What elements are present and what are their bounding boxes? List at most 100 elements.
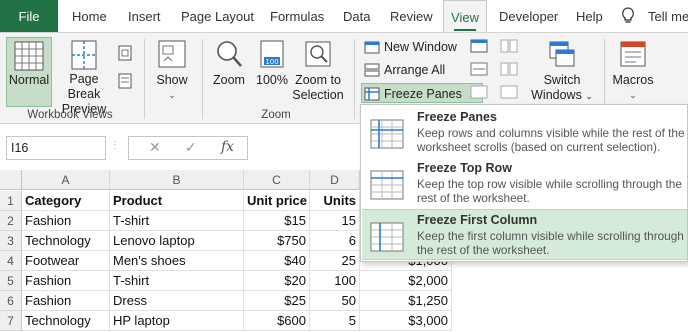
cell-d4[interactable]: 25 [310, 251, 360, 271]
cell-c1[interactable]: Unit price [244, 191, 310, 211]
custom-views-icon[interactable] [118, 73, 132, 89]
freeze-top-row-description: Keep the top row visible while scrolling… [417, 177, 682, 205]
zoom-to-selection-label-2: Selection [292, 88, 344, 102]
column-header-d[interactable]: D [310, 170, 360, 190]
row-header[interactable]: 7 [0, 311, 22, 331]
row-header[interactable]: 1 [0, 191, 22, 211]
name-box[interactable]: I16 [6, 136, 106, 160]
cell-e7[interactable]: $3,000 [360, 311, 452, 331]
page-layout-view-icon[interactable] [118, 45, 132, 61]
cell-d6[interactable]: 50 [310, 291, 360, 311]
page-break-preview-button[interactable]: Page Break Preview [56, 40, 112, 117]
tab-developer[interactable]: Developer [499, 0, 558, 32]
cell-c4[interactable]: $40 [244, 251, 310, 271]
row-header[interactable]: 6 [0, 291, 22, 311]
zoom-100-label: 100% [256, 73, 288, 87]
cell-a2[interactable]: Fashion [22, 211, 110, 231]
freeze-panes-menu: Freeze Panes Keep rows and columns visib… [360, 104, 688, 262]
tab-insert[interactable]: Insert [128, 0, 161, 32]
freeze-panes-description: Keep rows and columns visible while the … [417, 126, 685, 154]
row-header[interactable]: 5 [0, 271, 22, 291]
formula-input-area[interactable]: ✕ ✓ fx [128, 136, 248, 160]
synchronous-scrolling-icon[interactable] [500, 62, 518, 76]
menu-item-freeze-top-row[interactable]: Freeze Top Row Keep the top row visible … [362, 158, 687, 209]
cell-d2[interactable]: 15 [310, 211, 360, 231]
cell-c6[interactable]: $25 [244, 291, 310, 311]
cell-a5[interactable]: Fashion [22, 271, 110, 291]
menu-item-freeze-first-column[interactable]: Freeze First Column Keep the first colum… [362, 209, 687, 260]
tab-help[interactable]: Help [576, 0, 603, 32]
row-header[interactable]: 2 [0, 211, 22, 231]
switch-windows-button[interactable]: Switch Windows ⌄ [530, 39, 594, 104]
show-label: Show [156, 73, 188, 87]
switch-windows-icon [549, 41, 575, 67]
tab-review[interactable]: Review [390, 0, 433, 32]
tab-page-layout[interactable]: Page Layout [181, 0, 254, 32]
cell-c5[interactable]: $20 [244, 271, 310, 291]
zoom-to-selection-icon [305, 41, 331, 67]
freeze-first-column-icon [370, 222, 404, 252]
cell-c2[interactable]: $15 [244, 211, 310, 231]
cell-a1[interactable]: Category [22, 191, 110, 211]
tab-home[interactable]: Home [72, 0, 107, 32]
tell-me-search[interactable]: Tell me [648, 0, 688, 32]
column-header-c[interactable]: C [244, 170, 310, 190]
enter-icon[interactable]: ✓ [185, 139, 197, 156]
workbook-views-group-label: Workbook Views [27, 109, 113, 121]
zoom-100-button[interactable]: 100 100% [254, 39, 290, 88]
hide-window-icon[interactable] [470, 62, 488, 76]
cell-d1[interactable]: Units [310, 191, 360, 211]
arrange-all-button[interactable]: Arrange All [362, 60, 445, 80]
cell-b1[interactable]: Product [110, 191, 244, 211]
cell-b2[interactable]: T-shirt [110, 211, 244, 231]
zoom-to-selection-button[interactable]: Zoom to Selection [292, 39, 344, 103]
cell-b7[interactable]: HP laptop [110, 311, 244, 331]
tab-data[interactable]: Data [343, 0, 370, 32]
select-all-corner[interactable] [0, 170, 22, 190]
ribbon-tab-bar: File Home Insert Page Layout Formulas Da… [0, 0, 688, 33]
tab-file[interactable]: File [0, 0, 58, 32]
menu-item-freeze-panes[interactable]: Freeze Panes Keep rows and columns visib… [362, 107, 687, 158]
insert-function-icon[interactable]: fx [221, 139, 234, 155]
freeze-panes-menu-icon [370, 119, 404, 149]
freeze-panes-label: Freeze Panes [384, 87, 462, 101]
column-header-b[interactable]: B [110, 170, 244, 190]
show-chevron-down-icon: ⌄ [168, 90, 176, 100]
show-icon [158, 40, 186, 68]
unhide-window-icon[interactable] [470, 85, 488, 99]
tab-view[interactable]: View [443, 0, 487, 33]
new-window-button[interactable]: New Window [362, 37, 457, 57]
cell-b3[interactable]: Lenovo laptop [110, 231, 244, 251]
freeze-first-column-title: Freeze First Column [417, 213, 538, 227]
name-box-dropdown-icon[interactable]: ⋮ [110, 140, 120, 151]
cell-d3[interactable]: 6 [310, 231, 360, 251]
cell-a4[interactable]: Footwear [22, 251, 110, 271]
cell-b6[interactable]: Dress [110, 291, 244, 311]
tab-formulas[interactable]: Formulas [270, 0, 324, 32]
cell-e5[interactable]: $2,000 [360, 271, 452, 291]
cell-c7[interactable]: $600 [244, 311, 310, 331]
show-button[interactable]: Show ⌄ [152, 39, 192, 103]
cell-c3[interactable]: $750 [244, 231, 310, 251]
cell-a7[interactable]: Technology [22, 311, 110, 331]
column-header-a[interactable]: A [22, 170, 110, 190]
cancel-icon[interactable]: ✕ [149, 139, 161, 156]
cell-b4[interactable]: Men's shoes [110, 251, 244, 271]
row-header[interactable]: 3 [0, 231, 22, 251]
cell-d7[interactable]: 5 [310, 311, 360, 331]
row-header[interactable]: 4 [0, 251, 22, 271]
cell-b5[interactable]: T-shirt [110, 271, 244, 291]
zoom-button[interactable]: Zoom [208, 39, 250, 88]
view-side-by-side-icon[interactable] [500, 39, 518, 53]
cell-a6[interactable]: Fashion [22, 291, 110, 311]
cell-d5[interactable]: 100 [310, 271, 360, 291]
cell-e6[interactable]: $1,250 [360, 291, 452, 311]
freeze-panes-button[interactable]: Freeze Panes ⌄ [361, 83, 483, 103]
lightbulb-icon[interactable] [620, 7, 636, 25]
normal-view-button[interactable]: Normal [6, 37, 52, 107]
freeze-panes-title: Freeze Panes [417, 110, 497, 124]
reset-window-position-icon[interactable] [500, 85, 518, 99]
cell-a3[interactable]: Technology [22, 231, 110, 251]
split-icon[interactable] [470, 39, 488, 53]
macros-button[interactable]: Macros ⌄ [610, 39, 656, 103]
